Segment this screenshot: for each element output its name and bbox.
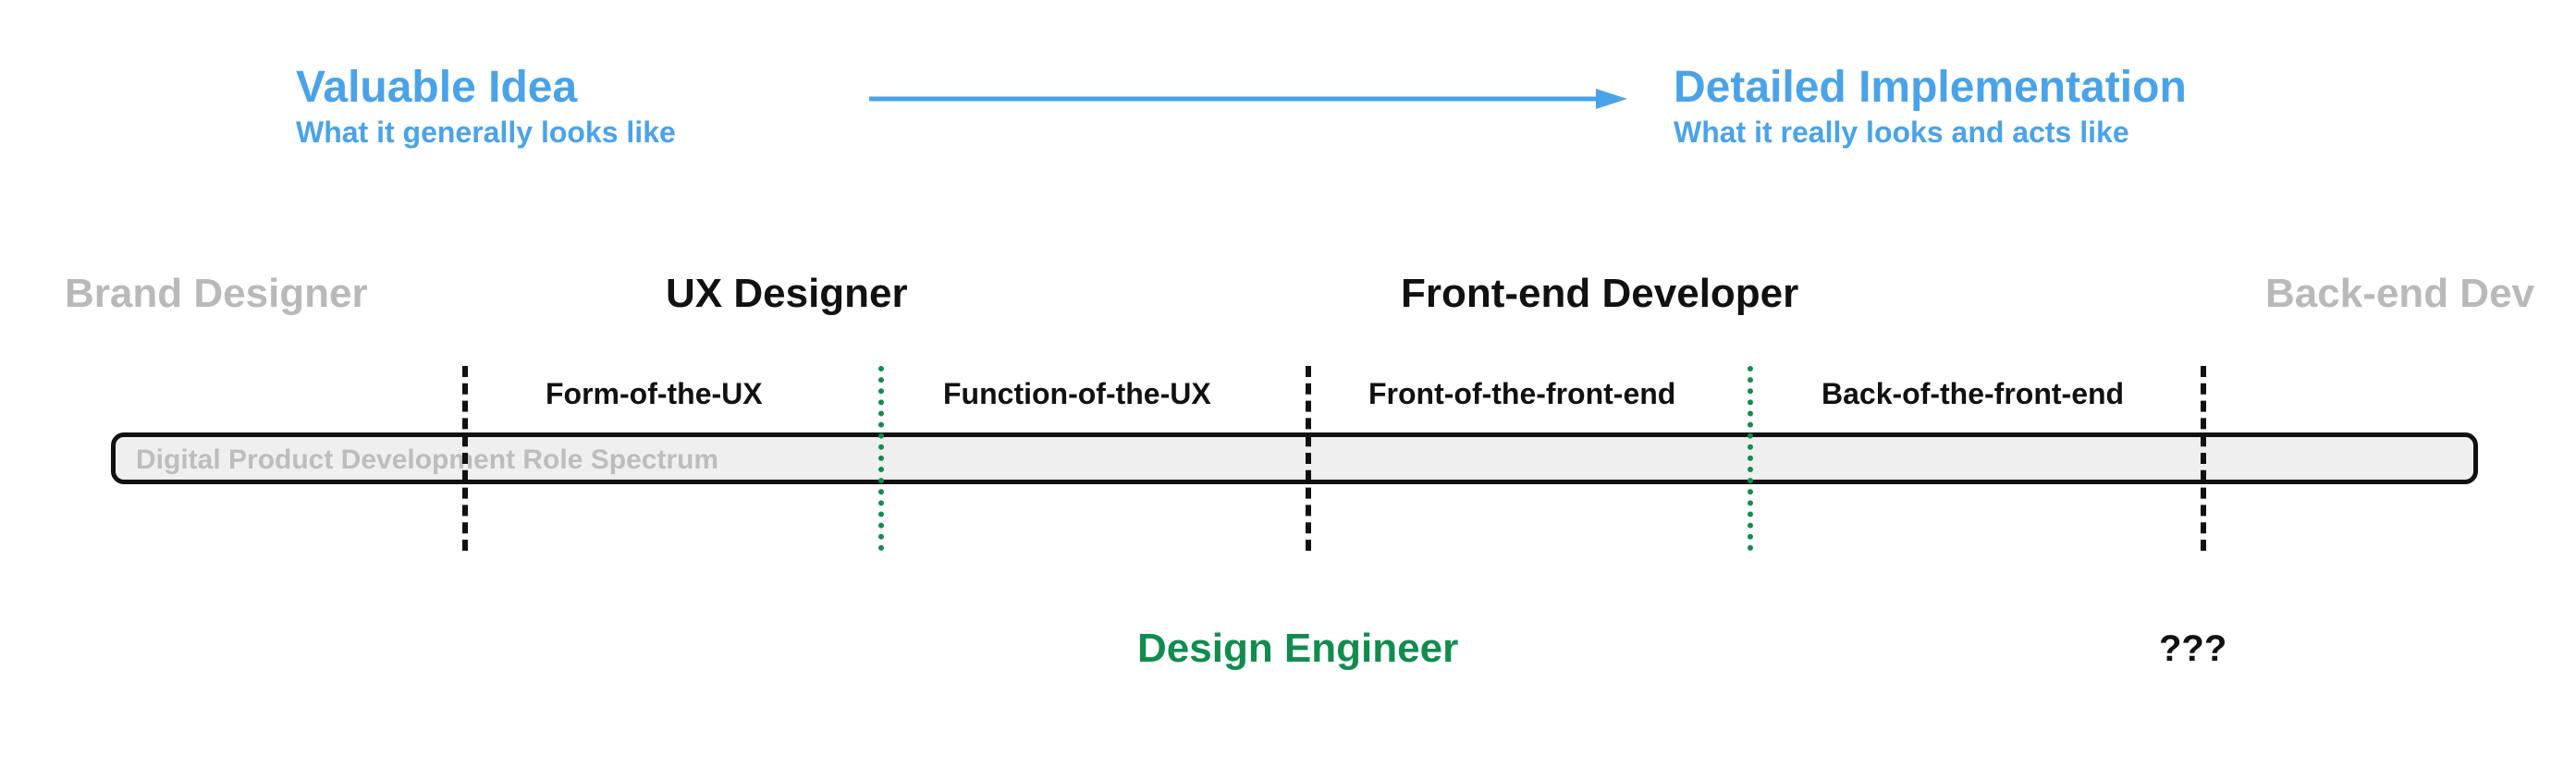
header-left-subtitle: What it generally looks like xyxy=(296,116,676,149)
divider-black-3 xyxy=(2201,366,2206,551)
spectrum-bar-caption: Digital Product Development Role Spectru… xyxy=(136,446,718,474)
header-right-subtitle: What it really looks and acts like xyxy=(1674,116,2187,149)
divider-green-2 xyxy=(1748,366,1753,551)
header-left: Valuable Idea What it generally looks li… xyxy=(296,65,676,150)
segment-front-of-front: Front-of-the-front-end xyxy=(1368,379,1675,408)
role-backend-dev: Back-end Dev xyxy=(2265,274,2534,314)
header-right-title: Detailed Implementation xyxy=(1674,65,2187,111)
design-engineer-label: Design Engineer xyxy=(1137,628,1458,669)
header-left-title: Valuable Idea xyxy=(296,65,676,111)
role-ux-designer: UX Designer xyxy=(666,274,908,314)
role-frontend-developer: Front-end Developer xyxy=(1401,274,1798,314)
role-brand-designer: Brand Designer xyxy=(65,274,368,314)
divider-green-1 xyxy=(878,366,884,551)
diagram-stage: Valuable Idea What it generally looks li… xyxy=(0,0,2576,767)
header-right: Detailed Implementation What it really l… xyxy=(1674,65,2187,150)
divider-black-2 xyxy=(1306,366,1311,551)
segment-back-of-front: Back-of-the-front-end xyxy=(1822,379,2124,408)
segment-form-of-ux: Form-of-the-UX xyxy=(546,379,763,408)
segment-function-of-ux: Function-of-the-UX xyxy=(943,379,1211,408)
arrow-icon xyxy=(869,85,1627,113)
divider-black-1 xyxy=(462,366,468,551)
mystery-label: ??? xyxy=(2159,628,2226,670)
